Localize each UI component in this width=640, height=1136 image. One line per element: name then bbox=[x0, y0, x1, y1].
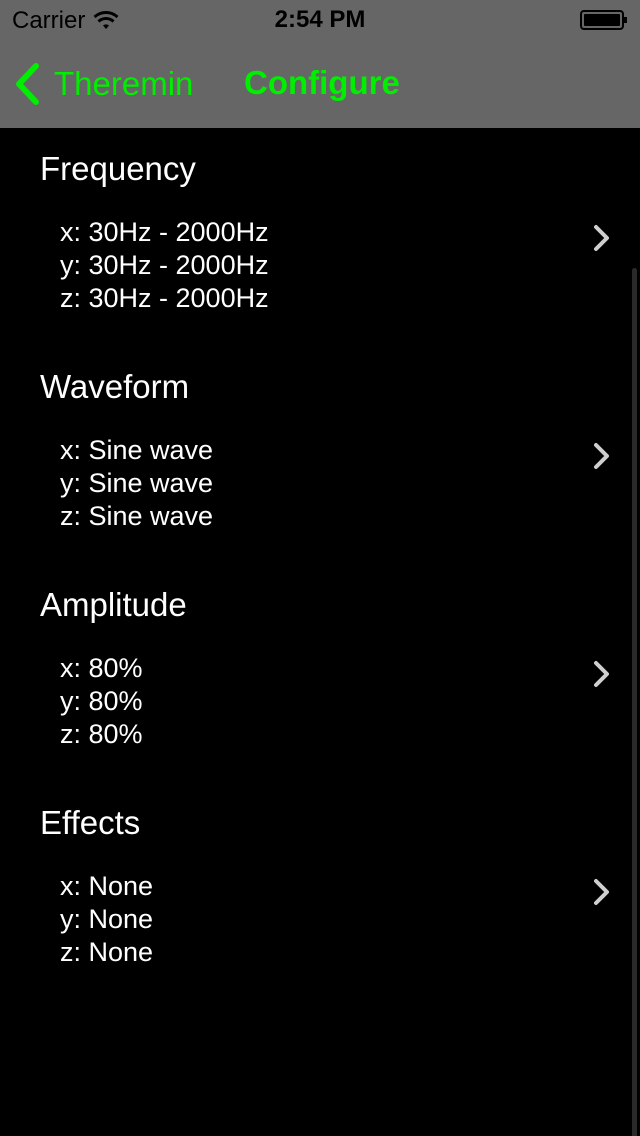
row-values: x: None y: None z: None bbox=[60, 870, 153, 969]
row-values: x: 80% y: 80% z: 80% bbox=[60, 652, 143, 751]
section-waveform: Waveform x: Sine wave y: Sine wave z: Si… bbox=[0, 346, 640, 564]
row-value-x: x: 80% bbox=[60, 653, 143, 683]
section-amplitude: Amplitude x: 80% y: 80% z: 80% bbox=[0, 564, 640, 782]
chevron-right-icon bbox=[594, 225, 609, 251]
effects-row[interactable]: x: None y: None z: None bbox=[0, 866, 640, 976]
section-effects: Effects x: None y: None z: None bbox=[0, 782, 640, 1000]
section-title: Frequency bbox=[40, 150, 196, 187]
section-frequency: Frequency x: 30Hz - 2000Hz y: 30Hz - 200… bbox=[0, 128, 640, 346]
row-value-z: z: 80% bbox=[60, 719, 143, 749]
row-value-x: x: Sine wave bbox=[60, 435, 214, 465]
section-title: Waveform bbox=[40, 368, 190, 405]
waveform-row[interactable]: x: Sine wave y: Sine wave z: Sine wave bbox=[0, 430, 640, 540]
page-title: Configure bbox=[244, 64, 400, 101]
scroll-indicator[interactable] bbox=[632, 268, 637, 1136]
row-value-z: z: Sine wave bbox=[60, 501, 214, 531]
chevron-right-icon bbox=[594, 661, 609, 687]
settings-list: Frequency x: 30Hz - 2000Hz y: 30Hz - 200… bbox=[0, 128, 640, 1136]
row-value-z: z: None bbox=[60, 937, 154, 967]
battery-icon bbox=[580, 10, 627, 30]
row-value-x: x: None bbox=[60, 871, 154, 901]
back-button[interactable]: Theremin bbox=[14, 62, 193, 106]
row-value-y: y: 30Hz - 2000Hz bbox=[60, 250, 269, 280]
configure-screen: Carrier 2:54 PM Theremin Configure Frequ… bbox=[0, 0, 640, 1136]
row-value-x: x: 30Hz - 2000Hz bbox=[60, 217, 269, 247]
row-values: x: Sine wave y: Sine wave z: Sine wave bbox=[60, 434, 213, 533]
section-title: Amplitude bbox=[40, 586, 187, 623]
chevron-left-icon bbox=[16, 63, 39, 105]
frequency-row[interactable]: x: 30Hz - 2000Hz y: 30Hz - 2000Hz z: 30H… bbox=[0, 212, 640, 322]
row-value-y: y: None bbox=[60, 904, 154, 934]
row-value-z: z: 30Hz - 2000Hz bbox=[60, 283, 269, 313]
navigation-bar: Theremin Configure bbox=[0, 40, 640, 128]
status-bar: Carrier 2:54 PM bbox=[0, 0, 640, 40]
status-time: 2:54 PM bbox=[274, 6, 366, 33]
row-values: x: 30Hz - 2000Hz y: 30Hz - 2000Hz z: 30H… bbox=[60, 216, 269, 315]
top-bar: Carrier 2:54 PM Theremin Configure bbox=[0, 0, 640, 128]
row-value-y: y: 80% bbox=[60, 686, 143, 716]
back-button-label: Theremin bbox=[54, 65, 194, 102]
section-title: Effects bbox=[40, 804, 141, 841]
chevron-right-icon bbox=[594, 443, 609, 469]
amplitude-row[interactable]: x: 80% y: 80% z: 80% bbox=[0, 648, 640, 758]
row-value-y: y: Sine wave bbox=[60, 468, 214, 498]
chevron-right-icon bbox=[594, 879, 609, 905]
